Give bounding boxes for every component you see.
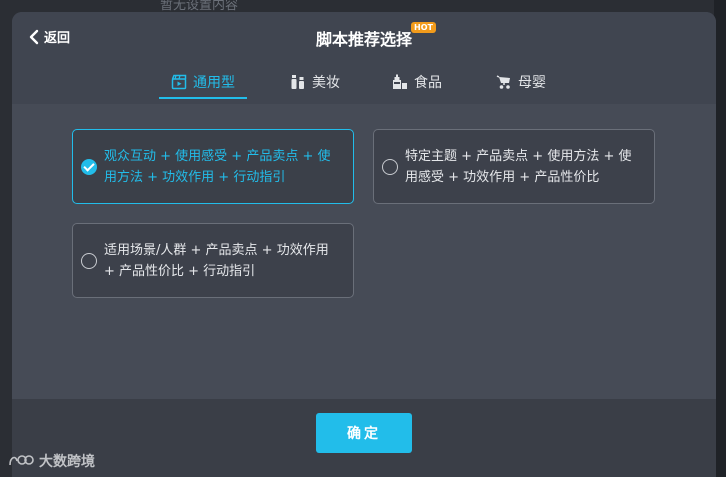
modal-footer: 确定: [12, 399, 716, 477]
script-option-1[interactable]: 观众互动 + 使用感受 + 产品卖点 + 使用方法 + 功效作用 + 行动指引: [72, 129, 354, 204]
script-recommend-modal: 返回 脚本推荐选择 HOT 通用型 美妆 食品 母婴 观众互动 + 使用感受 +…: [12, 12, 716, 477]
tab-beauty-label: 美妆: [312, 75, 340, 91]
radio-circle-icon[interactable]: [81, 252, 97, 269]
script-option-2[interactable]: 特定主题 + 产品卖点 + 使用方法 + 使用感受 + 功效作用 + 产品性价比: [373, 129, 655, 204]
script-option-3[interactable]: 适用场景/人群 + 产品卖点 + 功效作用 + 产品性价比 + 行动指引: [72, 223, 354, 298]
tab-beauty[interactable]: 美妆: [290, 64, 340, 100]
hot-badge: HOT: [411, 22, 436, 33]
watermark-logo-icon: [9, 455, 34, 466]
tab-baby-label: 母婴: [518, 75, 546, 91]
confirm-button[interactable]: 确定: [316, 413, 412, 453]
tab-food[interactable]: 食品: [392, 64, 442, 100]
category-tabs: 通用型 美妆 食品 母婴: [159, 64, 546, 100]
food-icon: [393, 74, 407, 89]
modal-title-text: 脚本推荐选择: [315, 30, 412, 49]
watermark: 大数跨境: [8, 451, 95, 471]
radio-circle-icon[interactable]: [382, 158, 398, 175]
modal-title: 脚本推荐选择 HOT: [315, 22, 436, 50]
script-option-text: 适用场景/人群 + 产品卖点 + 功效作用 + 产品性价比 + 行动指引: [104, 242, 329, 279]
watermark-text: 大数跨境: [39, 454, 95, 470]
stroller-icon: [496, 75, 510, 89]
tab-baby[interactable]: 母婴: [496, 64, 546, 100]
clapperboard-icon: [171, 74, 187, 90]
check-circle-icon[interactable]: [81, 158, 97, 175]
cosmetics-icon: [291, 75, 304, 89]
tab-food-label: 食品: [414, 75, 442, 91]
tab-general[interactable]: 通用型: [159, 64, 247, 100]
script-option-text: 观众互动 + 使用感受 + 产品卖点 + 使用方法 + 功效作用 + 行动指引: [104, 148, 331, 185]
modal-header: 返回 脚本推荐选择 HOT 通用型 美妆 食品 母婴: [12, 12, 716, 104]
tab-general-label: 通用型: [193, 75, 235, 91]
script-option-text: 特定主题 + 产品卖点 + 使用方法 + 使用感受 + 功效作用 + 产品性价比: [405, 148, 632, 185]
